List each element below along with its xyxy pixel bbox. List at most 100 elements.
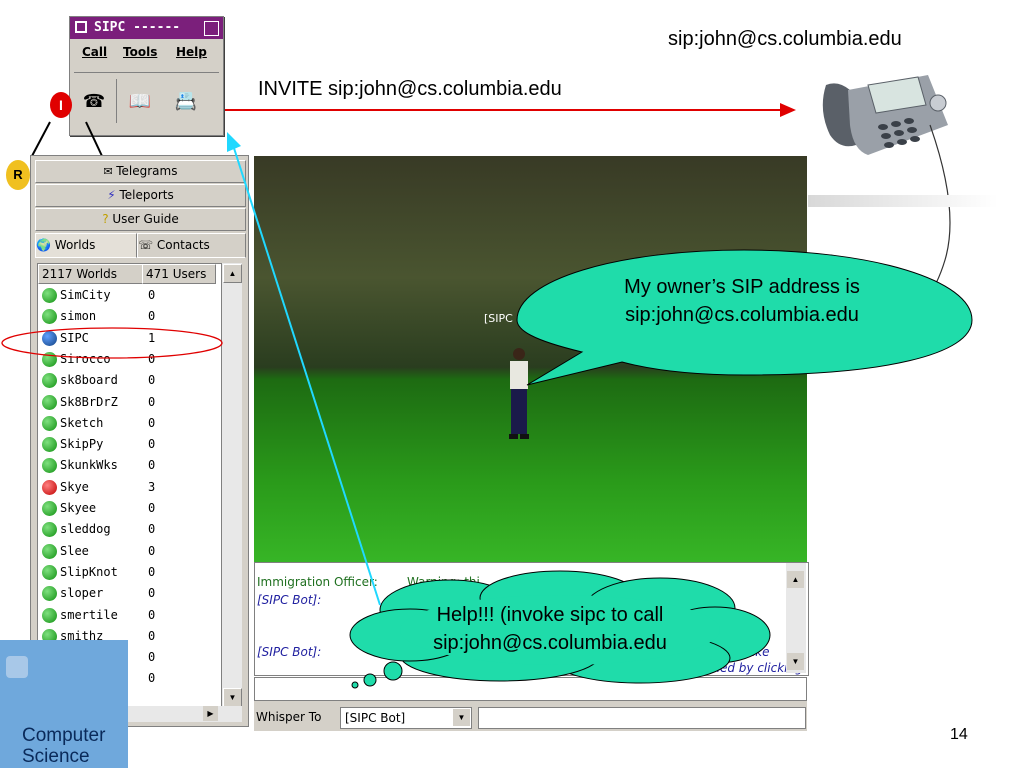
- list-item[interactable]: Skye 3: [38, 477, 221, 498]
- world-name: SkunkWks: [60, 458, 118, 473]
- world-user-count: 0: [148, 373, 156, 388]
- teleports-label: Teleports: [119, 188, 174, 202]
- crown-icon: [6, 656, 28, 678]
- owner-bubble-line2: sip:john@cs.columbia.edu: [625, 304, 859, 326]
- restore-icon[interactable]: [204, 21, 219, 36]
- whisper-selected: [SIPC Bot]: [345, 711, 406, 725]
- sipc-title-bar: SIPC ------: [70, 17, 223, 39]
- scroll-down-icon[interactable]: ▼: [787, 653, 804, 670]
- help-bubble: Help!!! (invoke sipc to call sip:john@cs…: [340, 570, 770, 685]
- status-dot-icon: [42, 586, 57, 602]
- status-dot-icon: [42, 394, 57, 410]
- chevron-down-icon[interactable]: ▼: [453, 709, 470, 726]
- status-dot-icon: [42, 564, 57, 580]
- world-name: SimCity: [60, 288, 111, 302]
- status-dot-icon: [42, 522, 57, 538]
- world-user-count: 0: [148, 607, 156, 622]
- menu-help[interactable]: Help: [176, 45, 207, 59]
- list-item[interactable]: SlipKnot 0: [38, 562, 221, 583]
- window-menu-icon[interactable]: [75, 21, 87, 33]
- world-user-count: 0: [148, 543, 156, 558]
- logo-text: Computer Science: [22, 725, 106, 767]
- book-icon[interactable]: 📖: [120, 81, 160, 121]
- world-user-count: 0: [148, 650, 156, 665]
- col-worlds[interactable]: 2117 Worlds: [38, 264, 143, 284]
- world-user-count: 0: [148, 458, 156, 473]
- status-dot-icon: [42, 437, 57, 453]
- chat-speaker: [SIPC Bot]:: [257, 645, 322, 659]
- world-user-count: 0: [148, 501, 156, 515]
- status-dot-icon: [42, 309, 57, 325]
- list-item[interactable]: Sketch 0: [38, 413, 221, 434]
- world-name: simon: [60, 309, 97, 324]
- owner-bubble: My owner’s SIP address is sip:john@cs.co…: [512, 250, 972, 370]
- world-user-count: 0: [148, 671, 156, 686]
- owner-bubble-line1: My owner’s SIP address is: [624, 276, 860, 298]
- list-item[interactable]: sleddog 0: [38, 519, 221, 540]
- contacts-icon: ☏: [138, 238, 154, 252]
- world-user-count: 0: [148, 522, 156, 537]
- world-name: Sk8BrDrZ: [60, 394, 118, 409]
- world-name: Skye: [60, 479, 89, 494]
- status-dot-icon: [42, 288, 57, 303]
- badge-r: R: [6, 160, 30, 190]
- menu-tools[interactable]: Tools: [123, 45, 157, 59]
- globe-icon: 🌍: [36, 238, 51, 252]
- telegrams-label: Telegrams: [116, 164, 178, 178]
- status-dot-icon: [42, 415, 57, 431]
- list-item[interactable]: Sk8BrDrZ 0: [38, 392, 221, 413]
- list-item[interactable]: smertile 0: [38, 605, 221, 626]
- help-arrow: [227, 132, 381, 606]
- menu-call[interactable]: Call: [82, 45, 107, 59]
- world-name: SlipKnot: [60, 564, 118, 579]
- phone-icon[interactable]: ☎: [74, 81, 114, 121]
- decorative-band: [808, 195, 998, 207]
- status-dot-icon: [42, 607, 57, 623]
- world-user-count: 0: [148, 564, 156, 579]
- world-name: sloper: [60, 586, 104, 601]
- list-item[interactable]: SimCity 0: [38, 285, 221, 306]
- world-user-count: 0: [148, 586, 156, 601]
- tab-worlds[interactable]: 🌍 Worlds: [35, 233, 137, 258]
- list-item[interactable]: SkipPy 0: [38, 434, 221, 455]
- status-dot-icon: [42, 479, 57, 495]
- status-dot-icon: [42, 373, 57, 389]
- world-name: SkipPy: [60, 437, 104, 452]
- tab-contacts-label: Contacts: [156, 238, 210, 252]
- world-name: smertile: [60, 607, 118, 622]
- directory-icon[interactable]: 📇: [166, 81, 206, 121]
- scroll-right-icon[interactable]: ▶: [203, 706, 218, 721]
- list-item[interactable]: sloper 0: [38, 583, 221, 604]
- sipc-menu-bar: Call Tools Help: [70, 39, 223, 69]
- whisper-select[interactable]: [SIPC Bot] ▼: [340, 707, 472, 729]
- whisper-input[interactable]: [478, 707, 806, 729]
- page-number: 14: [950, 726, 968, 743]
- list-item[interactable]: SkunkWks 0: [38, 455, 221, 476]
- help-bubble-line2: sip:john@cs.columbia.edu: [433, 632, 667, 654]
- list-item[interactable]: sk8board 0: [38, 370, 221, 391]
- help-bubble-line1: Help!!! (invoke sipc to call: [436, 604, 664, 626]
- status-dot-icon: [42, 458, 57, 474]
- badge-i: I: [50, 92, 72, 118]
- telegram-icon: ✉: [103, 165, 117, 178]
- world-user-count: 0: [148, 309, 156, 324]
- scroll-up-icon[interactable]: ▲: [787, 571, 804, 588]
- list-item[interactable]: Skyee 0: [38, 498, 221, 519]
- tab-worlds-label: Worlds: [54, 238, 96, 252]
- world-user-count: 0: [148, 437, 156, 452]
- lightning-icon: ⚡: [107, 188, 120, 202]
- world-name: sleddog: [60, 522, 111, 537]
- chat-scrollbar[interactable]: ▲ ▼: [786, 563, 806, 673]
- top-sip-address: sip:john@cs.columbia.edu: [668, 28, 902, 50]
- world-user-count: 0: [148, 394, 156, 409]
- scroll-down-icon[interactable]: ▼: [223, 688, 242, 707]
- world-user-count: 0: [148, 628, 156, 643]
- list-item[interactable]: Slee 0: [38, 541, 221, 562]
- sipc-row-highlight: [1, 327, 223, 359]
- world-name: Sketch: [60, 415, 104, 430]
- connector-lines: [31, 121, 103, 157]
- col-users[interactable]: 471 Users: [142, 264, 216, 284]
- status-dot-icon: [42, 543, 57, 559]
- avatar-label: [SIPC: [484, 312, 513, 325]
- status-dot-icon: [42, 501, 57, 516]
